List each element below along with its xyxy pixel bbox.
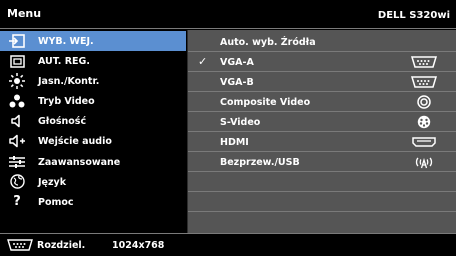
menu-item-label: Tryb Video: [38, 96, 95, 108]
menu-item-label: Jasn./Kontr.: [38, 76, 100, 88]
vga-connector-icon: [6, 239, 34, 251]
advanced-settings-icon: [9, 154, 25, 170]
menu-item-auto-adjust[interactable]: AUT. REG.: [0, 51, 186, 71]
menu-item-audio-input[interactable]: Wejście audio: [0, 131, 186, 151]
menu-item-label: Język: [38, 176, 67, 188]
video-mode-icon: [9, 93, 25, 109]
vga-connector-icon: [410, 55, 438, 69]
composite-connector-icon: [410, 95, 438, 109]
source-label: HDMI: [220, 137, 249, 148]
main-menu: WYB. WEJ. AUT. REG. Jasn./Kontr. Tryb Vi…: [0, 31, 186, 231]
help-icon: ?: [13, 194, 21, 210]
source-option-vga-b[interactable]: VGA-B: [188, 72, 456, 92]
menu-item-label: Zaawansowane: [38, 156, 121, 168]
source-label: Composite Video: [220, 97, 311, 108]
menu-item-help[interactable]: ? Pomoc: [0, 192, 186, 212]
brightness-icon: [9, 73, 25, 90]
source-option-svideo[interactable]: S-Video: [188, 112, 456, 132]
auto-adjust-icon: [9, 53, 25, 69]
resolution-label: Rozdziel.: [37, 240, 86, 251]
auto-source-option[interactable]: Auto. wyb. Źródła: [188, 32, 456, 52]
vga-connector-icon: [410, 75, 438, 89]
menu-item-label: WYB. WEJ.: [38, 36, 94, 47]
source-label: VGA-A: [220, 57, 254, 68]
menu-title: Menu: [7, 7, 42, 20]
source-label: S-Video: [220, 117, 261, 128]
osd-header: Menu DELL S320wi: [0, 0, 456, 29]
audio-input-icon: [9, 133, 25, 149]
menu-item-label: AUT. REG.: [38, 56, 90, 68]
menu-item-input-select[interactable]: WYB. WEJ.: [0, 31, 186, 52]
svideo-connector-icon: [410, 115, 438, 129]
osd-footer: Rozdziel. 1024x768: [0, 233, 456, 256]
menu-item-video-mode[interactable]: Tryb Video: [0, 91, 186, 111]
source-label: Bezprzew./USB: [220, 157, 300, 168]
input-select-icon: [9, 33, 25, 49]
source-option-vga-a[interactable]: ✓ VGA-A: [188, 52, 456, 72]
source-option-hdmi[interactable]: HDMI: [188, 132, 456, 152]
wireless-icon: [410, 155, 438, 169]
model-name: DELL S320wi: [377, 10, 450, 21]
menu-item-language[interactable]: Język: [0, 172, 186, 192]
projector-osd: Menu DELL S320wi WYB. WEJ. AUT. REG. Jas…: [0, 0, 456, 256]
source-label: VGA-B: [220, 77, 254, 88]
menu-item-label: Głośność: [38, 116, 87, 128]
auto-source-label: Auto. wyb. Źródła: [220, 37, 316, 48]
source-option-wireless-usb[interactable]: Bezprzew./USB: [188, 152, 456, 172]
menu-item-label: Wejście audio: [38, 136, 112, 148]
input-select-submenu: Auto. wyb. Źródła ✓ VGA-A VGA-B Composit…: [187, 30, 456, 233]
hdmi-connector-icon: [410, 135, 438, 149]
source-option-composite[interactable]: Composite Video: [188, 92, 456, 112]
language-globe-icon: [9, 174, 25, 190]
menu-item-volume[interactable]: Głośność: [0, 111, 186, 131]
resolution-value: 1024x768: [112, 240, 165, 251]
checkmark-icon: ✓: [198, 55, 208, 68]
empty-row: [188, 192, 456, 212]
empty-row: [188, 172, 456, 192]
menu-item-advanced[interactable]: Zaawansowane: [0, 152, 186, 172]
menu-item-label: Pomoc: [38, 196, 74, 208]
speaker-icon: [9, 113, 25, 129]
menu-item-brightness-contrast[interactable]: Jasn./Kontr.: [0, 71, 186, 91]
